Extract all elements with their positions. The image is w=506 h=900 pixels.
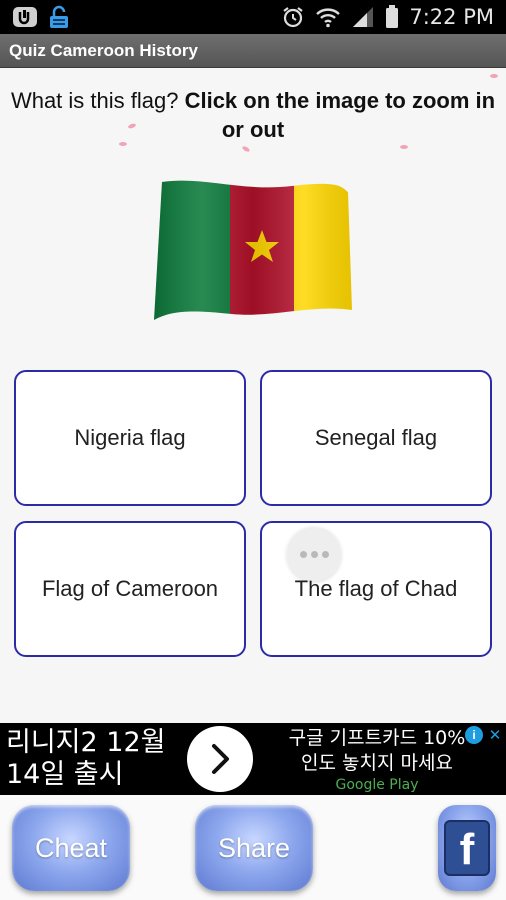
petal-decoration xyxy=(400,145,408,149)
answer-option-senegal[interactable]: Senegal flag xyxy=(260,370,492,506)
facebook-icon: f xyxy=(444,820,490,876)
wifi-icon xyxy=(315,6,341,28)
app-title-bar: Quiz Cameroon History xyxy=(0,34,506,68)
question-emphasis: Click on the image to zoom in or out xyxy=(184,88,496,142)
answer-label: Senegal flag xyxy=(314,425,438,450)
share-label: Share xyxy=(217,832,291,863)
battery-icon xyxy=(385,5,399,29)
ad-arrow-button[interactable] xyxy=(187,726,253,792)
question-text: What is this flag? Click on the image to… xyxy=(0,86,506,144)
more-dots-icon xyxy=(299,550,307,558)
question-prefix: What is this flag? xyxy=(10,88,185,113)
answer-option-cameroon[interactable]: Flag of Cameroon xyxy=(14,521,246,657)
answer-option-nigeria[interactable]: Nigeria flag xyxy=(14,370,246,506)
answer-label: Nigeria flag xyxy=(74,425,186,450)
cameroon-flag-icon xyxy=(154,180,352,321)
status-left-icons xyxy=(12,5,70,29)
ad-left-line1: 리니지2 12월 xyxy=(6,727,166,758)
facebook-glyph: f xyxy=(459,825,475,874)
quiz-content: What is this flag? Click on the image to… xyxy=(0,68,506,723)
petal-decoration xyxy=(241,145,251,153)
status-time: 7:22 PM xyxy=(409,5,494,29)
chevron-right-icon xyxy=(212,744,229,774)
ad-close-icon[interactable]: ✕ xyxy=(487,726,503,744)
ad-store-label: Google Play xyxy=(335,777,419,793)
flag-image[interactable] xyxy=(152,178,354,323)
ad-left-line2: 14일 출시 xyxy=(6,759,124,790)
facebook-button[interactable]: f xyxy=(438,805,496,891)
lock-icon xyxy=(48,5,70,29)
ad-right-line2: 인도 놓치지 마세요 xyxy=(301,752,453,774)
cheat-button[interactable]: Cheat xyxy=(12,805,130,891)
app-title: Quiz Cameroon History xyxy=(9,40,198,60)
ad-right-text: 구글 기프트카드 10% 인도 놓치지 마세요 Google Play xyxy=(262,726,492,794)
status-bar: 7:22 PM xyxy=(0,0,506,34)
alarm-icon xyxy=(281,5,305,29)
floating-more-bubble[interactable] xyxy=(287,527,341,581)
signal-icon xyxy=(351,6,375,28)
cheat-label: Cheat xyxy=(34,832,108,863)
ad-info-icon[interactable]: i xyxy=(465,726,483,744)
petal-decoration xyxy=(490,74,498,78)
ad-banner[interactable]: 리니지2 12월 14일 출시 구글 기프트카드 10% 인도 놓치지 마세요 … xyxy=(0,723,506,795)
answer-label: Flag of Cameroon xyxy=(41,576,219,601)
more-dot xyxy=(321,550,329,558)
share-button[interactable]: Share xyxy=(195,805,313,891)
status-right-icons: 7:22 PM xyxy=(281,5,494,29)
usb-icon xyxy=(12,6,38,28)
more-dot xyxy=(310,550,318,558)
bottom-action-bar: Cheat Share f xyxy=(0,795,506,900)
ad-left-text: 리니지2 12월 14일 출시 xyxy=(6,727,165,791)
ad-right-line1: 구글 기프트카드 10% xyxy=(288,727,466,749)
